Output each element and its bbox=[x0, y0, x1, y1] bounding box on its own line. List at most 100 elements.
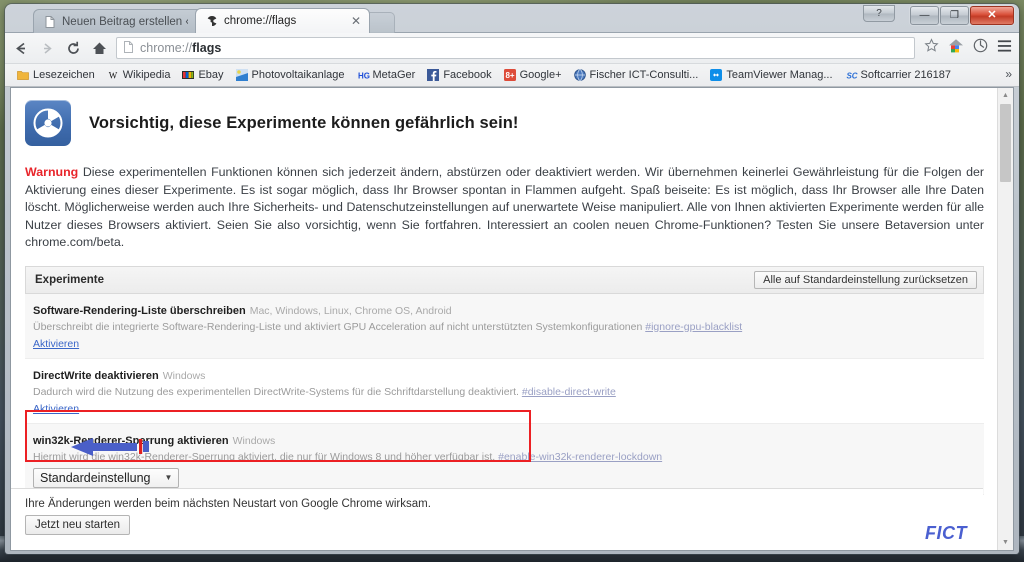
experiment-heading: DirectWrite deaktivieren Windows bbox=[33, 366, 976, 384]
bookmark-label: Fischer ICT-Consulti... bbox=[589, 69, 699, 81]
bookmark-item-0[interactable]: Lesezeichen bbox=[11, 68, 101, 82]
circle-icon[interactable] bbox=[973, 38, 988, 58]
bookmark-star-icon[interactable] bbox=[924, 38, 939, 58]
reload-icon[interactable] bbox=[64, 39, 83, 58]
svg-text:8+: 8+ bbox=[505, 71, 514, 80]
bookmarks-bar: Lesezeichen W Wikipedia Ebay Photovoltai… bbox=[5, 63, 1019, 87]
scroll-down-icon[interactable]: ▼ bbox=[998, 535, 1013, 550]
menu-icon[interactable] bbox=[997, 39, 1012, 58]
experiment-flag-id[interactable]: #ignore-gpu-blacklist bbox=[645, 321, 742, 333]
back-icon[interactable] bbox=[12, 39, 31, 58]
bookmark-item-2[interactable]: Ebay bbox=[176, 68, 229, 82]
experiment-select-value: Standardeinstellung bbox=[40, 470, 151, 485]
metager-icon: HG bbox=[357, 69, 370, 81]
experiment-enable-link[interactable]: Aktivieren bbox=[33, 338, 79, 350]
flags-page: Vorsichtig, diese Experimente können gef… bbox=[11, 88, 998, 550]
url-host: flags bbox=[192, 41, 222, 55]
bookmark-item-7[interactable]: Fischer ICT-Consulti... bbox=[568, 68, 705, 82]
scrollbar-thumb[interactable] bbox=[1000, 104, 1011, 182]
bookmarks-overflow-icon[interactable]: » bbox=[1005, 67, 1012, 81]
experiment-row-2: win32k-Renderer-Sperrung aktivieren Windo… bbox=[25, 423, 984, 495]
tab-title: chrome://flags bbox=[224, 15, 297, 27]
globe-icon bbox=[573, 69, 586, 81]
bookmark-label: Wikipedia bbox=[122, 69, 171, 81]
googleplus-icon: 8+ bbox=[503, 69, 516, 81]
bookmark-label: Ebay bbox=[198, 69, 224, 81]
maximize-button[interactable]: ❐ bbox=[940, 6, 969, 25]
scroll-up-icon[interactable]: ▲ bbox=[998, 88, 1013, 103]
close-button[interactable]: ✕ bbox=[970, 6, 1014, 25]
bookmark-label: Facebook bbox=[443, 69, 492, 81]
bookmark-item-4[interactable]: HG MetaGer bbox=[351, 68, 422, 82]
browser-tab-2[interactable]: chrome://flags ✕ bbox=[195, 8, 370, 33]
experiment-description-text: Überschreibt die integrierte Software-Re… bbox=[33, 320, 643, 333]
screenshot-root: Neuen Beitrag erstellen ‹ ✕ chrome://fla… bbox=[0, 0, 1024, 562]
bookmark-item-1[interactable]: W Wikipedia bbox=[101, 68, 177, 82]
bookmark-label: MetaGer bbox=[372, 69, 416, 81]
page-title: Vorsichtig, diese Experimente können gef… bbox=[89, 113, 519, 132]
experiment-row-1: DirectWrite deaktivieren Windows Dadurch … bbox=[25, 358, 984, 424]
restart-button[interactable]: Jetzt neu starten bbox=[25, 515, 131, 535]
tab-title: Neuen Beitrag erstellen ‹ bbox=[62, 15, 188, 28]
bookmark-item-3[interactable]: Photovoltaikanlage bbox=[230, 68, 351, 82]
warning-label: Warnung bbox=[25, 165, 79, 179]
chrome-browser-window: Neuen Beitrag erstellen ‹ ✕ chrome://fla… bbox=[5, 4, 1019, 554]
experiment-name: DirectWrite deaktivieren bbox=[33, 369, 159, 382]
warning-text: Diese experimentellen Funktionen können … bbox=[25, 165, 984, 249]
bookmark-item-9[interactable]: SC Softcarrier 216187 bbox=[839, 68, 958, 82]
experiment-flag-id[interactable]: #disable-direct-write bbox=[522, 386, 616, 398]
experiment-name: Software-Rendering-Liste überschreiben bbox=[33, 304, 246, 317]
browser-toolbar: chrome://flags bbox=[5, 32, 1019, 63]
page-viewport: Vorsichtig, diese Experimente können gef… bbox=[10, 87, 1014, 551]
radioactive-icon bbox=[25, 100, 71, 146]
bookmark-label: Softcarrier 216187 bbox=[860, 69, 952, 81]
photovoltaic-icon bbox=[235, 69, 248, 81]
home-icon[interactable] bbox=[90, 39, 109, 58]
window-help-button[interactable]: ? bbox=[863, 5, 895, 22]
window-controls-group: — ❐ ✕ bbox=[909, 5, 1015, 26]
browser-tab-1[interactable]: Neuen Beitrag erstellen ‹ ✕ bbox=[33, 9, 213, 33]
experiments-section-title: Experimente bbox=[35, 273, 105, 286]
page-scrollbar[interactable]: ▲ ▼ bbox=[997, 88, 1013, 550]
experiment-description: Hiermit wird die win32k-Renderer-Sperrun… bbox=[33, 451, 976, 464]
bookmark-item-6[interactable]: 8+ Google+ bbox=[498, 68, 568, 82]
experiment-row-0: Software-Rendering-Liste überschreiben Ma… bbox=[25, 293, 984, 359]
page-icon bbox=[44, 15, 56, 28]
page-info-icon[interactable] bbox=[123, 40, 134, 56]
bookmark-label: Lesezeichen bbox=[33, 69, 95, 81]
fict-watermark: FICT bbox=[925, 523, 967, 543]
experiment-description-text: Dadurch wird die Nutzung des experimente… bbox=[33, 385, 519, 398]
address-bar-url: chrome://flags bbox=[140, 41, 221, 55]
experiment-description: Überschreibt die integrierte Software-Re… bbox=[33, 321, 976, 334]
radioactive-icon bbox=[206, 15, 218, 27]
restart-bar: Ihre Änderungen werden beim nächsten Neu… bbox=[11, 488, 983, 550]
reset-all-button[interactable]: Alle auf Standardeinstellung zurücksetze… bbox=[754, 270, 977, 289]
svg-text:SC: SC bbox=[846, 71, 857, 80]
window-controls: ? — ❐ ✕ bbox=[863, 5, 1015, 26]
forward-icon[interactable] bbox=[38, 39, 57, 58]
experiment-flag-id[interactable]: #enable-win32k-renderer-lockdown bbox=[498, 451, 662, 463]
house-icon[interactable] bbox=[948, 38, 964, 59]
experiment-description: Dadurch wird die Nutzung des experimente… bbox=[33, 386, 976, 399]
restart-notice: Ihre Änderungen werden beim nächsten Neu… bbox=[25, 498, 431, 510]
minimize-button[interactable]: — bbox=[910, 6, 939, 25]
bookmark-label: Google+ bbox=[519, 69, 562, 81]
experiment-platforms: Windows bbox=[162, 369, 206, 382]
close-icon[interactable]: ✕ bbox=[351, 15, 361, 27]
experiment-heading: win32k-Renderer-Sperrung aktivieren Windo… bbox=[33, 431, 976, 449]
experiment-enable-link[interactable]: Aktivieren bbox=[33, 403, 79, 415]
softcarrier-icon: SC bbox=[845, 69, 857, 81]
address-bar[interactable]: chrome://flags bbox=[116, 37, 915, 59]
bookmark-label: TeamViewer Manag... bbox=[726, 69, 833, 81]
svg-text:HG: HG bbox=[358, 71, 370, 80]
chevron-down-icon: ▼ bbox=[164, 473, 173, 482]
experiment-select[interactable]: Standardeinstellung ▼ bbox=[33, 467, 180, 488]
experiment-platforms: Windows bbox=[232, 434, 276, 447]
warning-paragraph: Warnung Diese experimentellen Funktionen… bbox=[25, 164, 984, 252]
experiments-header-bar: Experimente Alle auf Standardeinstellung… bbox=[25, 265, 984, 294]
bookmark-item-8[interactable]: TeamViewer Manag... bbox=[704, 68, 838, 82]
arrow-annotation bbox=[71, 438, 155, 456]
tab-strip: Neuen Beitrag erstellen ‹ ✕ chrome://fla… bbox=[5, 4, 1019, 33]
bookmark-item-5[interactable]: Facebook bbox=[421, 68, 497, 82]
folder-icon bbox=[17, 69, 29, 81]
